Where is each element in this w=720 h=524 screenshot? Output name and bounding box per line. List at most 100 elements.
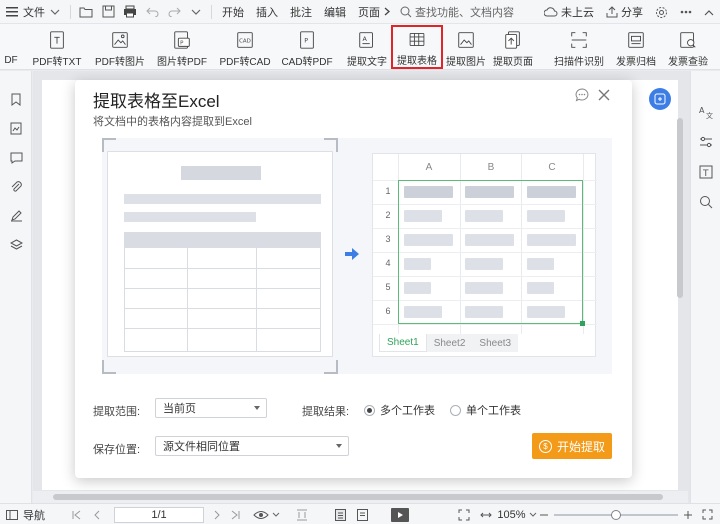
extract-image-button[interactable]: 提取图片 <box>444 26 488 68</box>
sheet-tabs: Sheet1 Sheet2 Sheet3 <box>379 334 519 352</box>
search-input[interactable]: 查找功能、文档内容 <box>400 4 514 20</box>
redo-icon <box>168 7 181 17</box>
vertical-scrollbar[interactable] <box>675 78 685 498</box>
svg-text:P: P <box>304 38 308 45</box>
thumbnail-button[interactable] <box>0 114 32 143</box>
tab-comment[interactable]: 批注 <box>284 0 318 24</box>
tab-page[interactable]: 页面 <box>352 0 382 24</box>
close-button[interactable] <box>597 88 613 104</box>
cad-to-pdf-button[interactable]: P CAD转PDF <box>280 26 334 68</box>
convert-float-button[interactable] <box>649 88 671 110</box>
signature-button[interactable] <box>0 201 32 230</box>
cloud-status-button[interactable]: 未上云 <box>538 0 600 24</box>
chevron-down-icon <box>50 9 60 15</box>
radio-multiple-sheets[interactable]: 多个工作表 <box>364 402 435 418</box>
row-header: 1 <box>385 186 391 196</box>
last-page-button[interactable] <box>228 504 242 524</box>
view-mode-button[interactable] <box>250 504 272 524</box>
extract-table-button[interactable]: 提取表格 <box>391 25 443 69</box>
tab-edit[interactable]: 编辑 <box>318 0 352 24</box>
chevron-right-icon <box>214 510 220 519</box>
text-tool-icon: T <box>699 165 713 179</box>
attachments-button[interactable] <box>0 172 32 201</box>
pdf-to-cad-button[interactable]: CAD PDF转CAD <box>218 26 272 68</box>
prev-page-button[interactable] <box>90 504 104 524</box>
share-label: 分享 <box>621 7 643 19</box>
zoom-level-dropdown[interactable]: 105% <box>497 504 537 524</box>
fit-width-button[interactable] <box>478 504 494 524</box>
image-to-pdf-button[interactable]: P 图片转PDF <box>156 26 208 68</box>
pdf-file-icon: P <box>300 31 314 49</box>
chevron-down-icon <box>191 9 201 15</box>
fit-page-button[interactable] <box>456 504 472 524</box>
scan-recognition-button[interactable]: 扫描件识别 <box>551 26 607 68</box>
pdf-to-txt-button[interactable]: PDF转TXT <box>32 26 82 68</box>
zoom-slider-handle[interactable] <box>611 510 621 520</box>
radio-single-sheet[interactable]: 单个工作表 <box>450 402 521 418</box>
range-select[interactable]: 当前页 <box>155 398 267 418</box>
tab-scroll-right[interactable] <box>382 0 392 24</box>
start-extract-button[interactable]: $ 开始提取 <box>532 433 612 459</box>
undo-icon <box>145 7 158 17</box>
ribbon-label: 扫描件识别 <box>554 57 604 68</box>
next-page-button[interactable] <box>210 504 224 524</box>
tab-start[interactable]: 开始 <box>216 0 250 24</box>
extract-page-icon <box>505 31 520 49</box>
save-button[interactable] <box>99 3 117 21</box>
fullscreen-icon <box>702 509 712 520</box>
view-mode-dropdown[interactable] <box>272 504 280 524</box>
continuous-view-button[interactable] <box>354 504 370 524</box>
zoom-out-button[interactable] <box>538 504 550 524</box>
more-button[interactable] <box>674 0 698 24</box>
invoice-archive-icon <box>628 32 644 48</box>
scrollbar-thumb[interactable] <box>677 118 683 298</box>
page-number-input[interactable]: 1/1 <box>114 507 204 523</box>
adjust-button[interactable] <box>691 127 720 157</box>
bookmark-button[interactable] <box>0 85 32 114</box>
print-button[interactable] <box>121 3 139 21</box>
chevron-up-icon <box>704 9 714 15</box>
scrollbar-thumb[interactable] <box>53 494 663 500</box>
play-button[interactable] <box>390 504 410 524</box>
two-page-view-button[interactable] <box>294 504 310 524</box>
fit-page-icon <box>458 509 470 520</box>
quick-access-dropdown[interactable] <box>187 3 205 21</box>
single-page-view-button[interactable] <box>332 504 348 524</box>
chevron-down-icon <box>272 512 280 517</box>
open-folder-button[interactable] <box>77 3 95 21</box>
tab-insert[interactable]: 插入 <box>250 0 284 24</box>
redo-button[interactable] <box>165 3 183 21</box>
translate-button[interactable]: A文 <box>691 97 720 127</box>
ribbon-pdf-button[interactable]: DF <box>0 26 22 68</box>
continuous-page-icon <box>356 508 368 521</box>
text-tool-button[interactable]: T <box>691 157 720 187</box>
extract-table-dialog: 提取表格至Excel 将文档中的表格内容提取到Excel A B C 1 2 3… <box>75 80 632 478</box>
extract-text-button[interactable]: A 提取文字 <box>344 26 390 68</box>
result-label: 提取结果: <box>302 406 350 418</box>
search-text-button[interactable] <box>691 187 720 217</box>
preview-area: A B C 1 2 3 4 5 6 Sheet1 Sheet2 Sheet3 <box>102 138 612 374</box>
settings-button[interactable] <box>649 0 674 24</box>
fullscreen-button[interactable] <box>700 504 714 524</box>
first-page-button[interactable] <box>70 504 84 524</box>
row-header: 2 <box>385 210 391 220</box>
layers-button[interactable] <box>0 230 32 259</box>
menu-button[interactable]: 文件 <box>0 0 66 24</box>
share-button[interactable]: 分享 <box>600 0 649 24</box>
zoom-in-button[interactable] <box>682 504 694 524</box>
pdf-to-image-button[interactable]: PDF转图片 <box>94 26 146 68</box>
right-sidebar: A文 T <box>690 71 720 503</box>
feedback-button[interactable] <box>575 88 591 104</box>
invoice-archive-button[interactable]: 发票归档 <box>614 26 658 68</box>
divider <box>70 4 71 19</box>
comments-button[interactable] <box>0 143 32 172</box>
sheet-tab: Sheet1 <box>379 334 427 352</box>
collapse-ribbon-button[interactable] <box>698 0 720 24</box>
chevron-down-icon <box>529 512 536 517</box>
horizontal-scrollbar[interactable] <box>33 491 688 503</box>
extract-page-button[interactable]: 提取页面 <box>489 26 537 68</box>
undo-button[interactable] <box>143 3 161 21</box>
navigation-button[interactable]: 导航 <box>6 504 45 524</box>
save-location-select[interactable]: 源文件相同位置 <box>155 436 349 456</box>
invoice-verify-button[interactable]: 发票查验 <box>664 26 712 68</box>
